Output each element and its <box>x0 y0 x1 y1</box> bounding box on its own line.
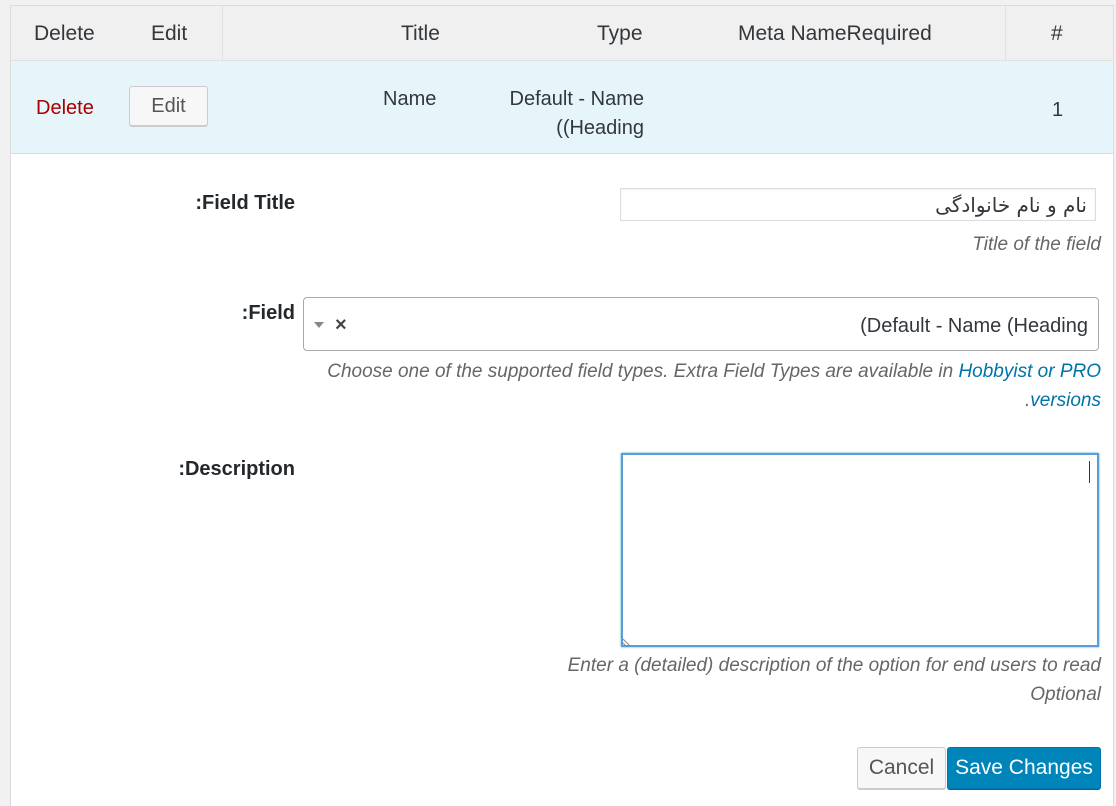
field-type-select[interactable]: × (Default - Name (Heading <box>303 297 1099 351</box>
column-header-meta-name-required: Meta NameRequired <box>738 22 932 45</box>
description-label: :Description <box>178 458 295 480</box>
row-delete-link[interactable]: Delete <box>36 97 94 120</box>
column-header-edit: Edit <box>151 22 188 45</box>
row-type-line2: ((Heading <box>556 117 644 139</box>
field-type-selected-value: (Default - Name (Heading <box>860 315 1088 337</box>
dropdown-arrow-icon[interactable] <box>314 322 324 328</box>
column-header-delete: Delete <box>34 22 95 45</box>
row-number: 1 <box>1052 99 1064 121</box>
field-title-help: Title of the field <box>972 234 1101 255</box>
field-title-label: :Field Title <box>195 192 295 214</box>
column-header-type: Type <box>597 22 643 45</box>
row-edit-button[interactable]: Edit <box>129 86 208 126</box>
text-cursor <box>1089 461 1090 483</box>
resize-grip-icon[interactable] <box>623 638 631 646</box>
column-header-title: Title <box>401 22 440 45</box>
description-help-line1: Enter a (detailed) description of the op… <box>567 655 1101 676</box>
field-type-label: :Field <box>241 302 295 324</box>
hobbyist-pro-link[interactable]: Hobbyist or PRO <box>958 361 1101 382</box>
description-textarea[interactable] <box>621 453 1099 647</box>
row-title: Name <box>383 88 437 110</box>
clear-selection-icon[interactable]: × <box>335 314 347 337</box>
versions-link[interactable]: versions <box>1030 390 1101 411</box>
row-type-line1: Default - Name <box>509 88 645 110</box>
field-title-input[interactable] <box>620 188 1096 221</box>
table-row: Delete Edit Name Default - Name ((Headin… <box>11 61 1113 154</box>
table-header: Delete Edit Title Type Meta NameRequired… <box>11 6 1113 61</box>
save-changes-button[interactable]: Save Changes <box>947 747 1101 789</box>
field-type-help-line2: .versions <box>1025 390 1101 412</box>
field-type-help-line1: Choose one of the supported field types.… <box>327 361 1101 383</box>
field-editor-panel: Delete Edit Title Type Meta NameRequired… <box>10 5 1114 806</box>
column-header-number: # <box>1051 22 1063 45</box>
field-type-help-text: Choose one of the supported field types.… <box>327 361 959 382</box>
description-help-line2: Optional <box>1030 684 1101 705</box>
cancel-button[interactable]: Cancel <box>857 747 946 789</box>
